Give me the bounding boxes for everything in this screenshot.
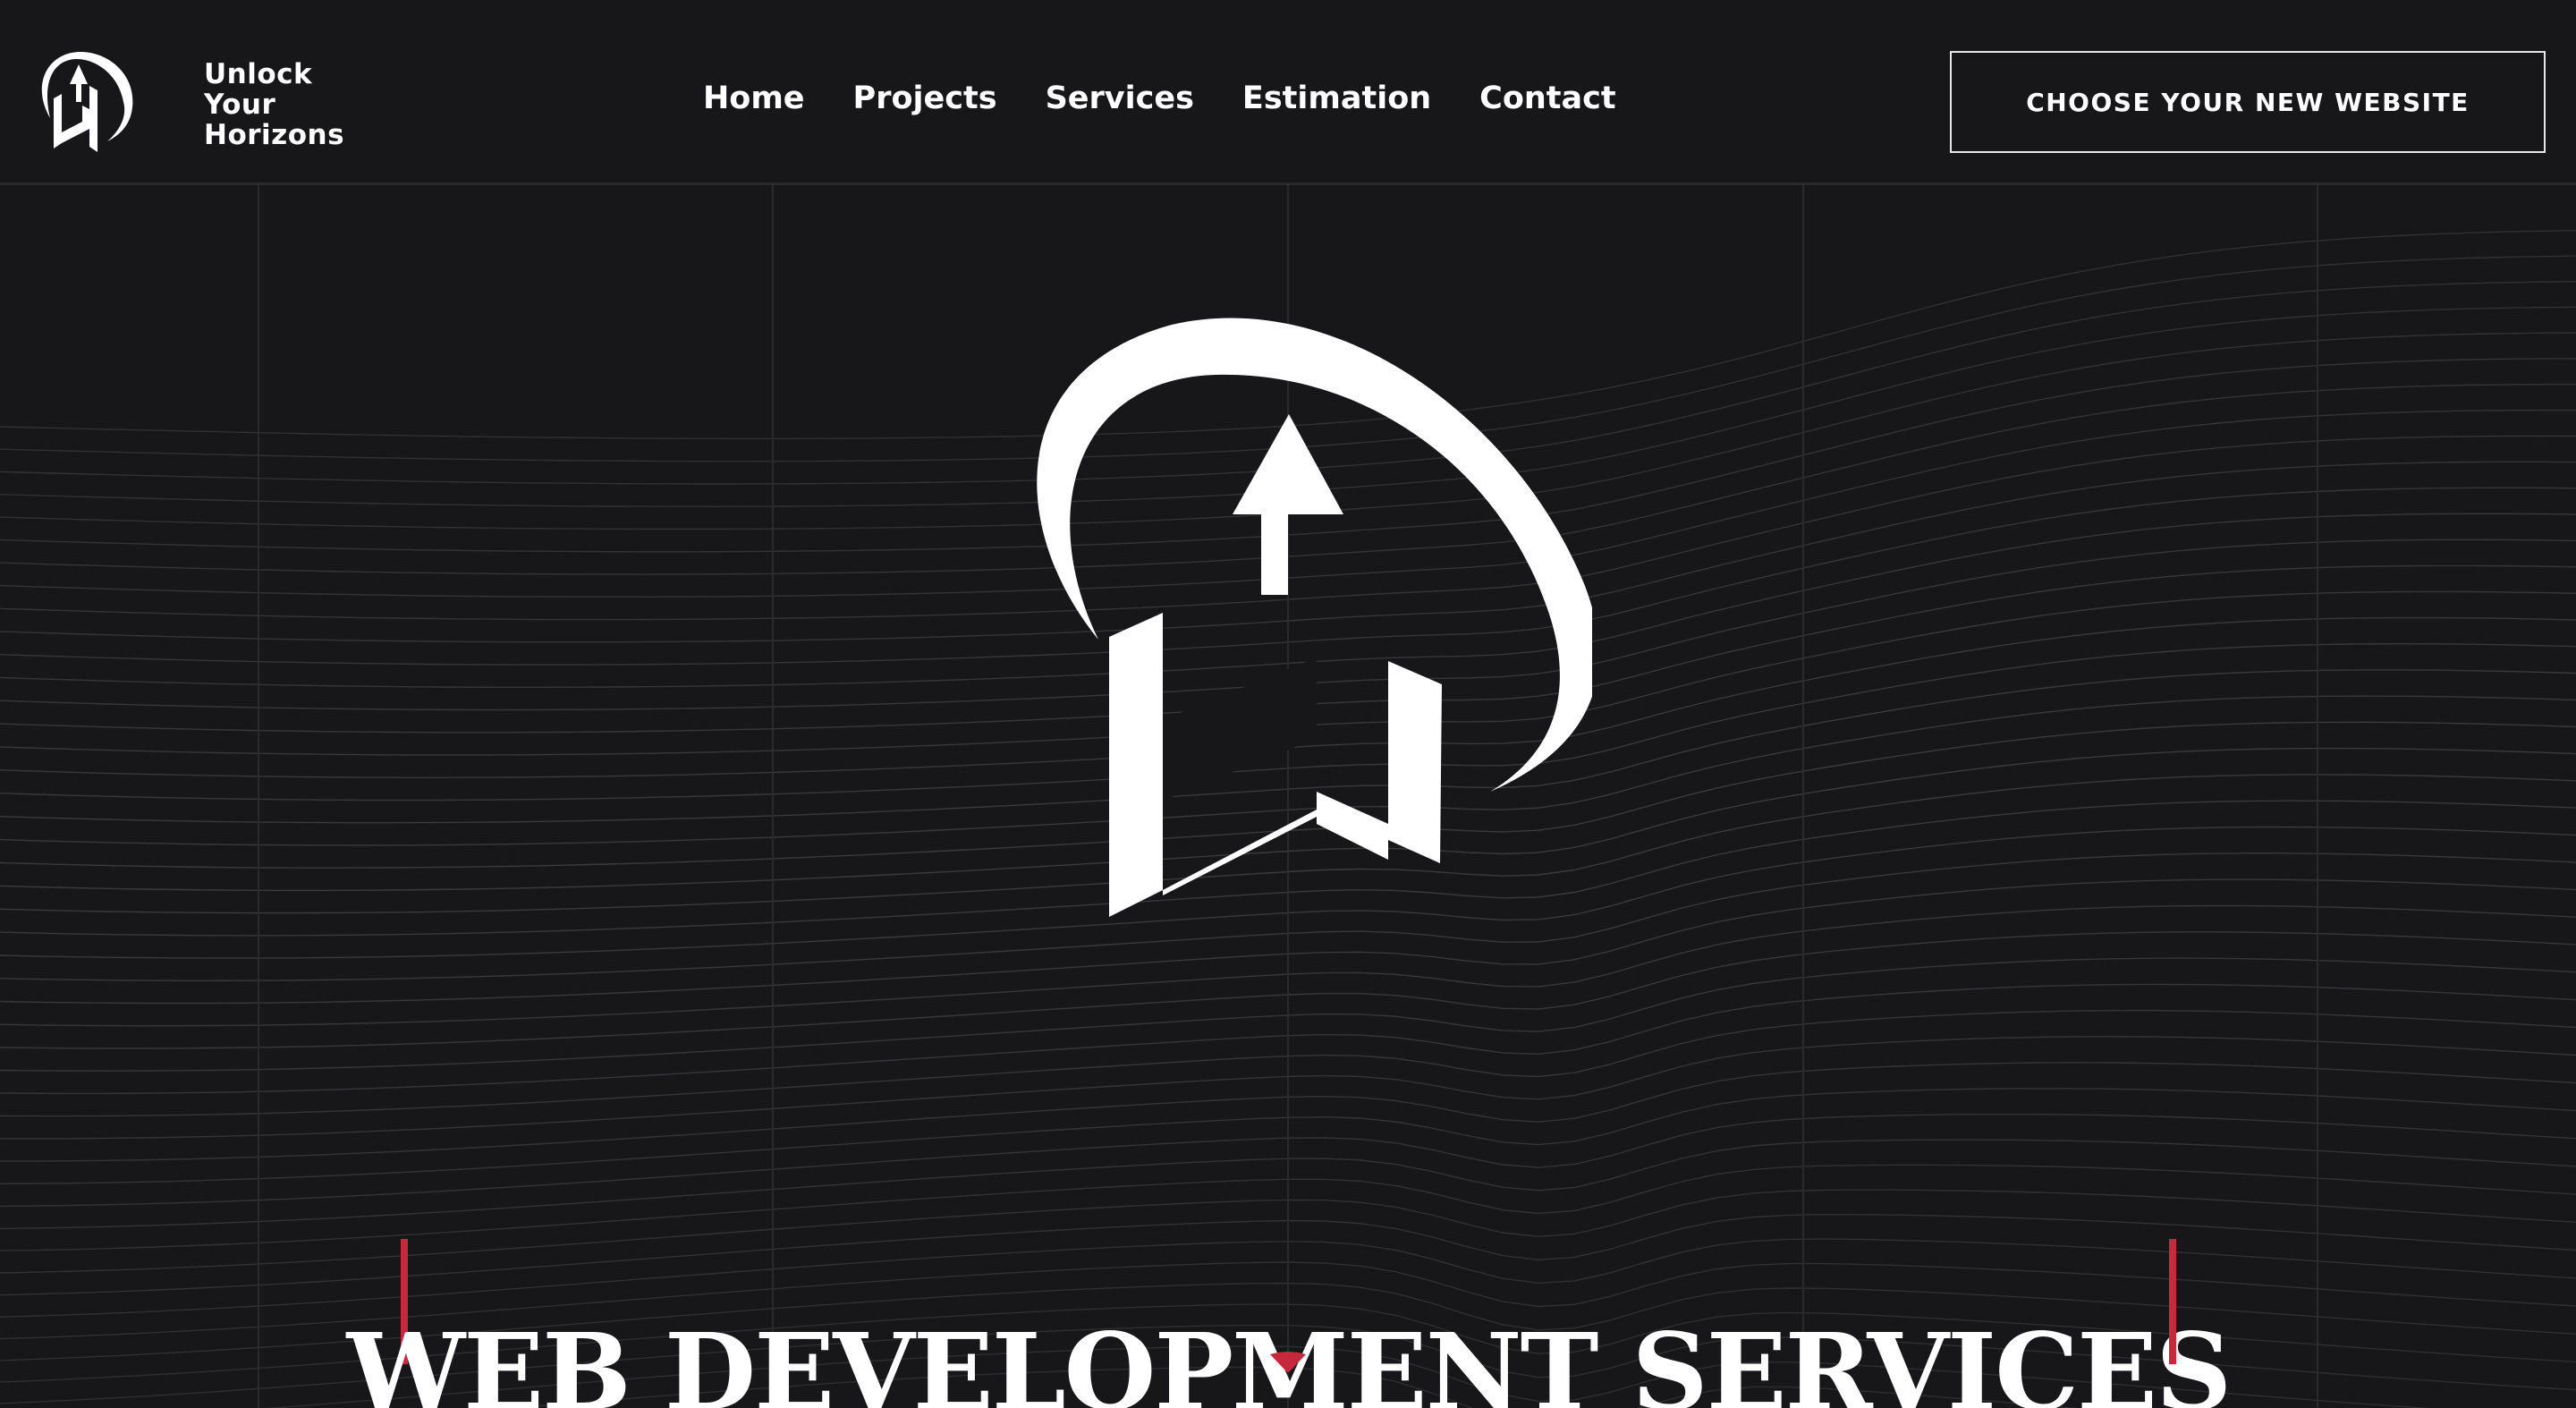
brand-name-line-3: Horizons [204, 119, 345, 151]
brand-name: Unlock Your Horizons [204, 59, 344, 150]
brand-home-link[interactable]: Unlock Your Horizons [36, 48, 344, 156]
brand-logo-icon [41, 52, 133, 152]
grid-line [258, 185, 259, 1408]
main-nav: Home Projects Services Estimation Contac… [703, 81, 1616, 116]
grid-line [1802, 185, 1804, 1408]
choose-website-button[interactable]: CHOOSE YOUR NEW WEBSITE [1950, 51, 2546, 153]
grid-line [772, 185, 774, 1408]
nav-projects[interactable]: Projects [853, 81, 997, 116]
nav-estimation[interactable]: Estimation [1242, 81, 1431, 116]
hero-section: WEB DEVELOPMENT SERVICES [0, 185, 2576, 1408]
grid-line [2317, 185, 2318, 1408]
hero-title-block: WEB DEVELOPMENT SERVICES [347, 1239, 2232, 1408]
site-header: Unlock Your Horizons Home Projects Servi… [0, 0, 2576, 185]
hero-logo-icon [1037, 318, 1592, 917]
chevron-down-icon[interactable] [1268, 1351, 1308, 1374]
brand-name-line-1: Unlock [204, 58, 313, 90]
nav-contact[interactable]: Contact [1479, 81, 1615, 116]
nav-services[interactable]: Services [1046, 81, 1194, 116]
brand-name-line-2: Your [204, 89, 276, 121]
nav-home[interactable]: Home [703, 81, 805, 116]
title-accent-right [2169, 1239, 2176, 1364]
